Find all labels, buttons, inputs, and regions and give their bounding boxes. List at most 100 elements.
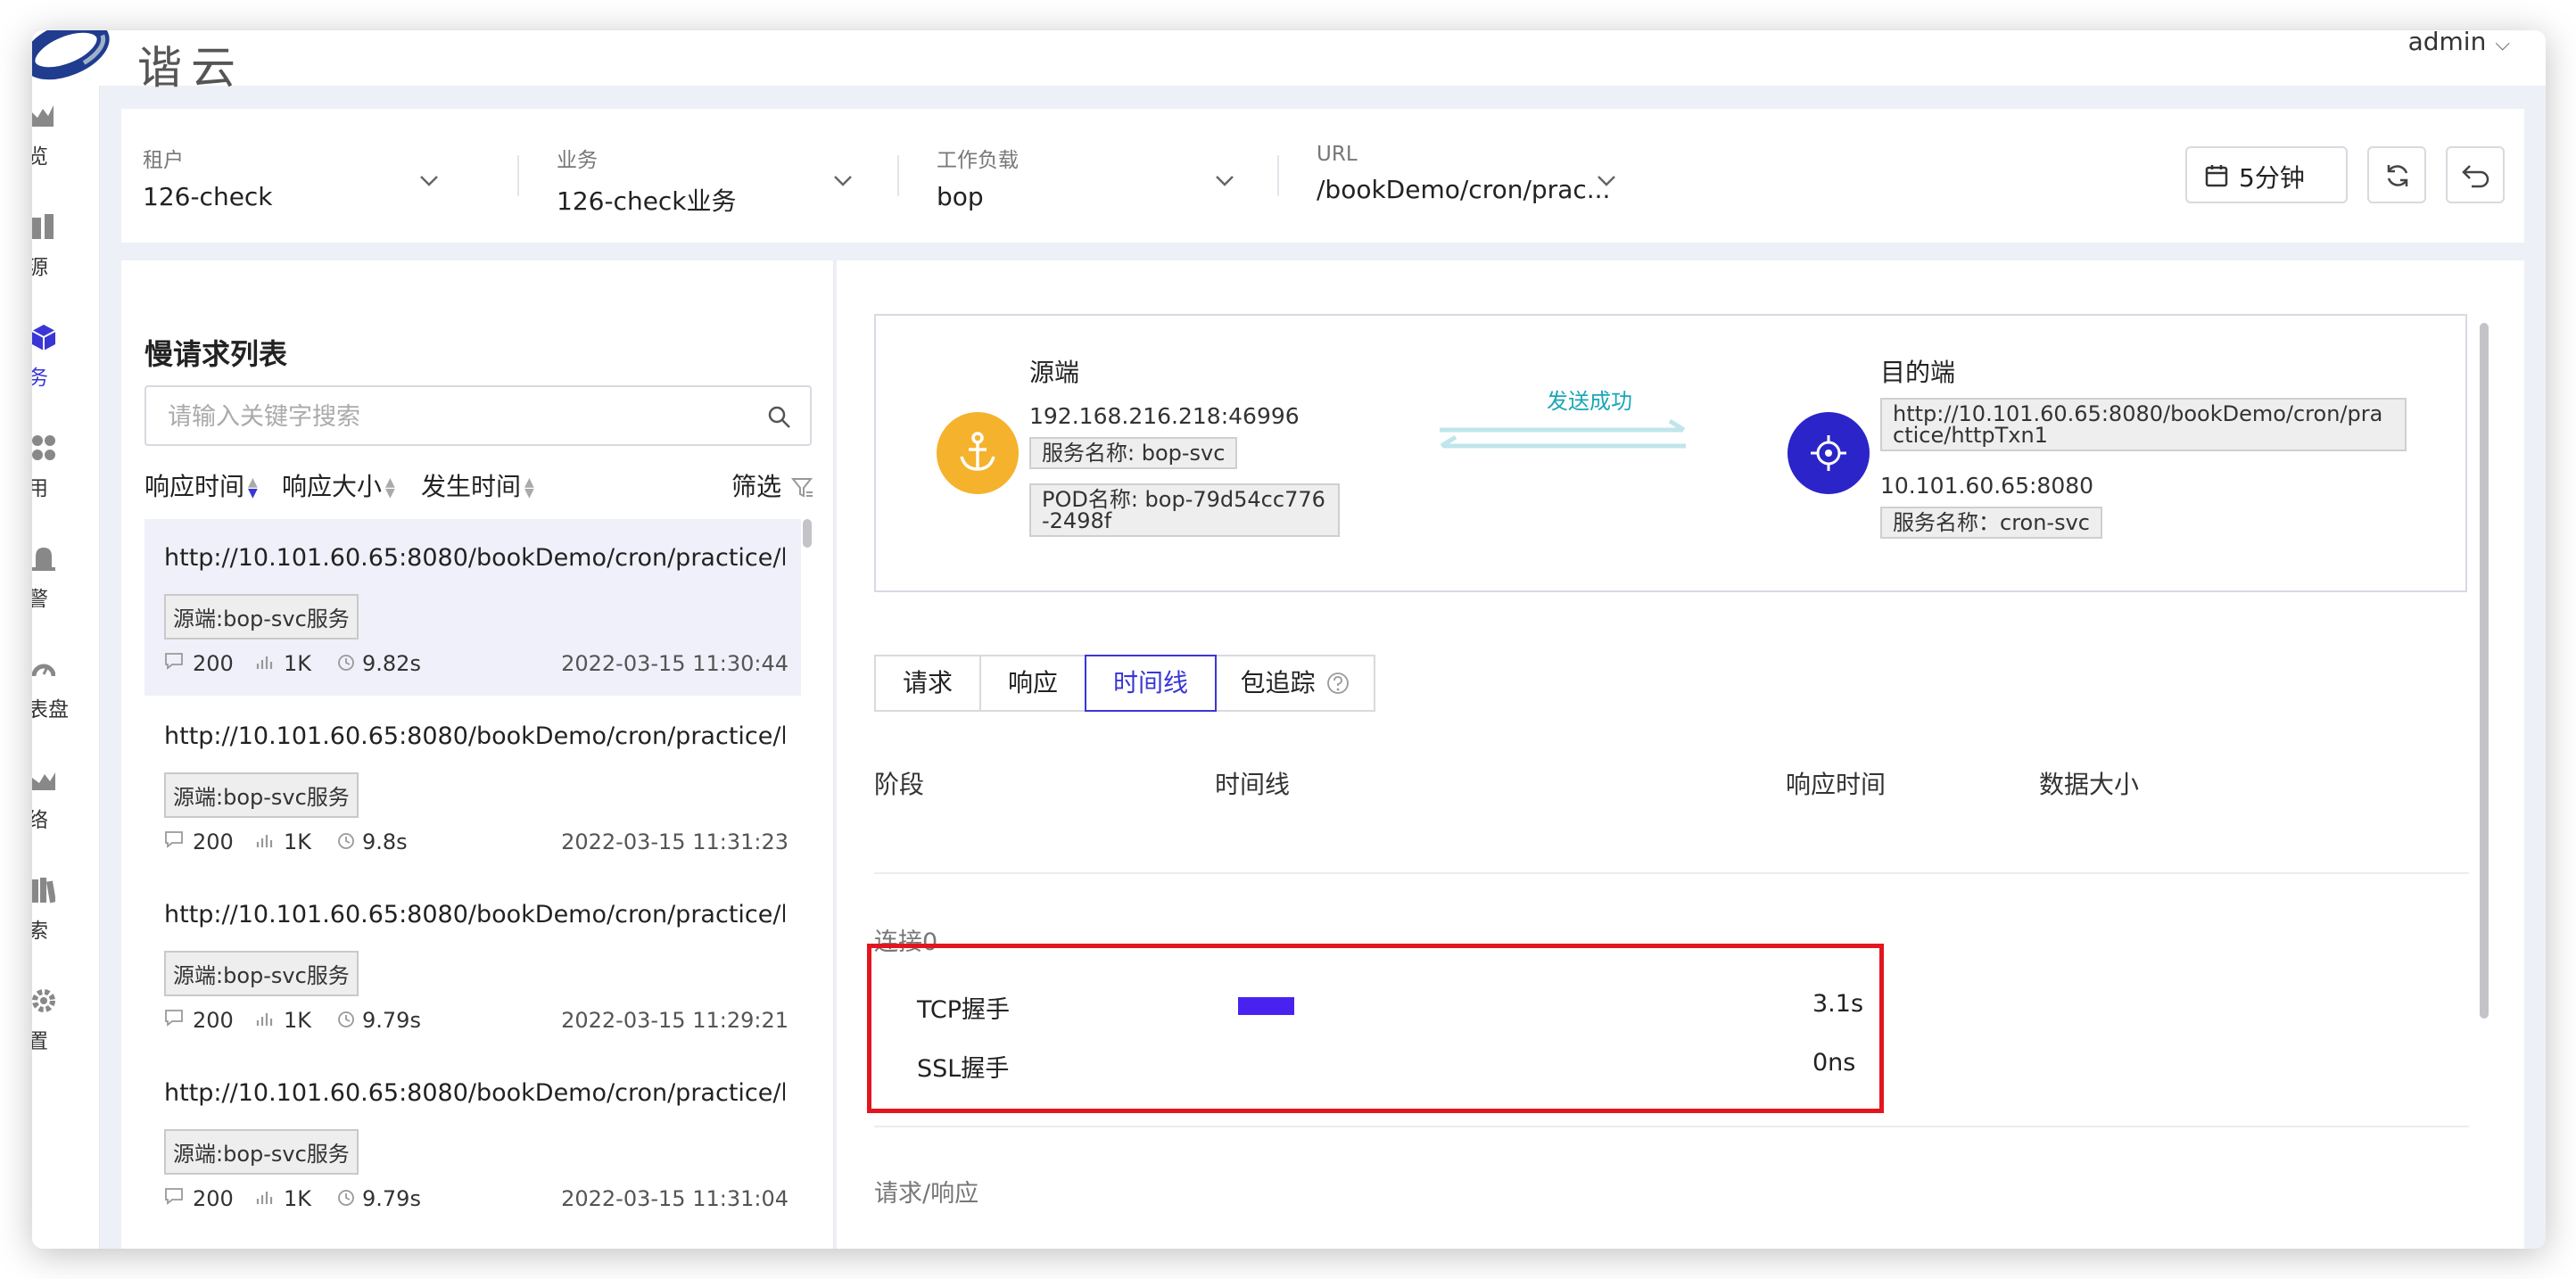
chevron-down-icon: ⌵: [2495, 33, 2510, 55]
sidebar-item-resource[interactable]: 资源: [32, 212, 100, 301]
sidebar-item-network[interactable]: 网络: [32, 765, 100, 854]
column-response-time: 响应时间: [1786, 770, 1887, 799]
status-code: 200: [193, 829, 234, 854]
chevron-down-icon: [834, 176, 852, 186]
list-item[interactable]: http://10.101.60.65:8080/bookDemo/cron/p…: [144, 1054, 801, 1231]
occur-time: 2022-03-15 11:31:23: [561, 829, 788, 854]
refresh-icon: [2387, 165, 2408, 186]
sort-label: 响应时间: [144, 472, 245, 501]
network-icon: [32, 772, 55, 790]
dest-service-tag: 服务名称：cron-svc: [1880, 507, 2102, 539]
help-icon: [1327, 673, 1350, 694]
tab-label: 包追踪: [1240, 668, 1316, 697]
dest-url-tag: http://10.101.60.65:8080/bookDemo/cron/p…: [1880, 398, 2407, 451]
list-item[interactable]: http://10.101.60.65:8080/bookDemo/cron/p…: [144, 519, 801, 696]
filter-label: 筛选: [731, 472, 782, 501]
message-icon: [164, 829, 184, 854]
chevron-down-icon: [1598, 176, 1615, 186]
search-icon[interactable]: [767, 405, 792, 430]
calendar-icon: [2205, 165, 2228, 187]
occur-time: 2022-03-15 11:29:21: [561, 1008, 788, 1033]
request-url: http://10.101.60.65:8080/bookDemo/cron/p…: [164, 901, 785, 928]
settings-icon: [32, 989, 55, 1012]
response-size: 1K: [284, 829, 312, 854]
list-item[interactable]: http://10.101.60.65:8080/bookDemo/cron/p…: [144, 876, 801, 1052]
source-tag: 源端:bop-svc服务: [164, 1129, 359, 1175]
sidebar-item-label: 检索: [32, 920, 48, 943]
status-code: 200: [193, 651, 234, 676]
tenant-label: 租户: [143, 149, 184, 172]
source-ip: 192.168.216.218:46996: [1029, 403, 1300, 429]
url-select[interactable]: URL /bookDemo/cron/prac...: [1317, 143, 1638, 204]
sidebar-item-search[interactable]: 检索: [32, 876, 100, 965]
back-button[interactable]: [2446, 146, 2505, 203]
top-bar: 谐云 admin ⌵: [32, 30, 2546, 94]
apps-icon: [32, 435, 55, 460]
request-response-section-label: 请求/响应: [874, 1180, 979, 1208]
tab-response[interactable]: 响应: [979, 655, 1086, 712]
bar-chart-icon: [255, 651, 273, 676]
sort-arrows-icon: ▲ ▼: [248, 475, 258, 500]
tab-packet-trace[interactable]: 包追踪: [1215, 655, 1375, 712]
sidebar-item-alerts[interactable]: 告警: [32, 544, 100, 633]
dest-ip: 10.101.60.65:8080: [1880, 473, 2094, 499]
section-divider: [874, 1126, 2469, 1127]
source-tag: 源端:bop-svc服务: [164, 772, 359, 818]
back-icon: [2462, 165, 2489, 188]
sort-bar: 响应时间 ▲ ▼ 响应大小 ▲ ▼ 发生时间 ▲ ▼ 筛选: [144, 467, 814, 503]
duration: 9.79s: [362, 1008, 421, 1033]
brand-logo-text: 谐云: [137, 42, 244, 94]
occur-time: 2022-03-15 11:31:04: [561, 1186, 788, 1211]
highlight-box: [867, 944, 1884, 1113]
filter-divider: [897, 155, 899, 196]
time-range-button[interactable]: 5分钟: [2185, 146, 2348, 203]
tenant-select[interactable]: 租户 126-check: [143, 143, 446, 211]
anchor-icon: [960, 432, 995, 471]
refresh-button[interactable]: [2367, 146, 2426, 203]
workload-select[interactable]: 工作负载 bop: [937, 143, 1240, 211]
cube-icon: [32, 325, 55, 351]
response-size: 1K: [284, 651, 312, 676]
sidebar-item-label: 配置: [32, 1030, 48, 1053]
list-scrollbar[interactable]: [803, 519, 812, 548]
request-url: http://10.101.60.65:8080/bookDemo/cron/p…: [164, 1079, 785, 1107]
list-item[interactable]: http://10.101.60.65:8080/bookDemo/cron/p…: [144, 697, 801, 874]
url-label: URL: [1317, 143, 1358, 166]
search-box: [144, 385, 812, 446]
sidebar-item-overview[interactable]: 总览: [32, 102, 100, 191]
bar-chart-icon: [255, 1186, 273, 1211]
filter-button[interactable]: 筛选: [731, 467, 814, 503]
sort-occur-time[interactable]: 发生时间 ▲ ▼: [421, 467, 534, 503]
sidebar-item-apps[interactable]: 应用: [32, 433, 100, 523]
response-size: 1K: [284, 1186, 312, 1211]
request-meta: 200 1K 9.79s 2022-03-15 11:29:21: [164, 1008, 788, 1036]
sidebar-item-label: 总览: [32, 145, 48, 169]
search-input[interactable]: [166, 400, 737, 433]
panel-title: 慢请求列表: [144, 337, 288, 371]
sidebar-item-dashboard[interactable]: 仪表盘: [32, 655, 100, 744]
message-icon: [164, 1186, 184, 1211]
sort-response-time[interactable]: 响应时间 ▲ ▼: [144, 467, 258, 503]
status-code: 200: [193, 1008, 234, 1033]
sidebar-item-business[interactable]: 业务: [32, 323, 100, 412]
sort-label: 响应大小: [282, 472, 383, 501]
bar-chart-icon: [255, 1008, 273, 1033]
sort-response-size[interactable]: 响应大小 ▲ ▼: [282, 467, 395, 503]
tab-request[interactable]: 请求: [874, 655, 981, 712]
dest-node: [1788, 412, 1870, 494]
clock-icon: [337, 651, 355, 676]
tab-timeline[interactable]: 时间线: [1085, 655, 1217, 712]
request-meta: 200 1K 9.79s 2022-03-15 11:31:04: [164, 1186, 788, 1215]
flow-card: 源端 192.168.216.218:46996 服务名称: bop-svc P…: [874, 314, 2467, 592]
filter-divider: [517, 155, 519, 196]
sort-arrows-icon: ▲ ▼: [524, 475, 534, 500]
gauge-icon: [32, 664, 55, 677]
request-meta: 200 1K 9.82s 2022-03-15 11:30:44: [164, 651, 788, 680]
business-select[interactable]: 业务 126-check业务: [557, 143, 860, 218]
business-value: 126-check业务: [557, 186, 737, 216]
user-menu[interactable]: admin ⌵: [2408, 30, 2510, 56]
occur-time: 2022-03-15 11:30:44: [561, 651, 788, 676]
workload-label: 工作负载: [937, 149, 1019, 172]
sidebar-item-settings[interactable]: 配置: [32, 986, 100, 1076]
detail-scrollbar[interactable]: [2480, 323, 2489, 1019]
